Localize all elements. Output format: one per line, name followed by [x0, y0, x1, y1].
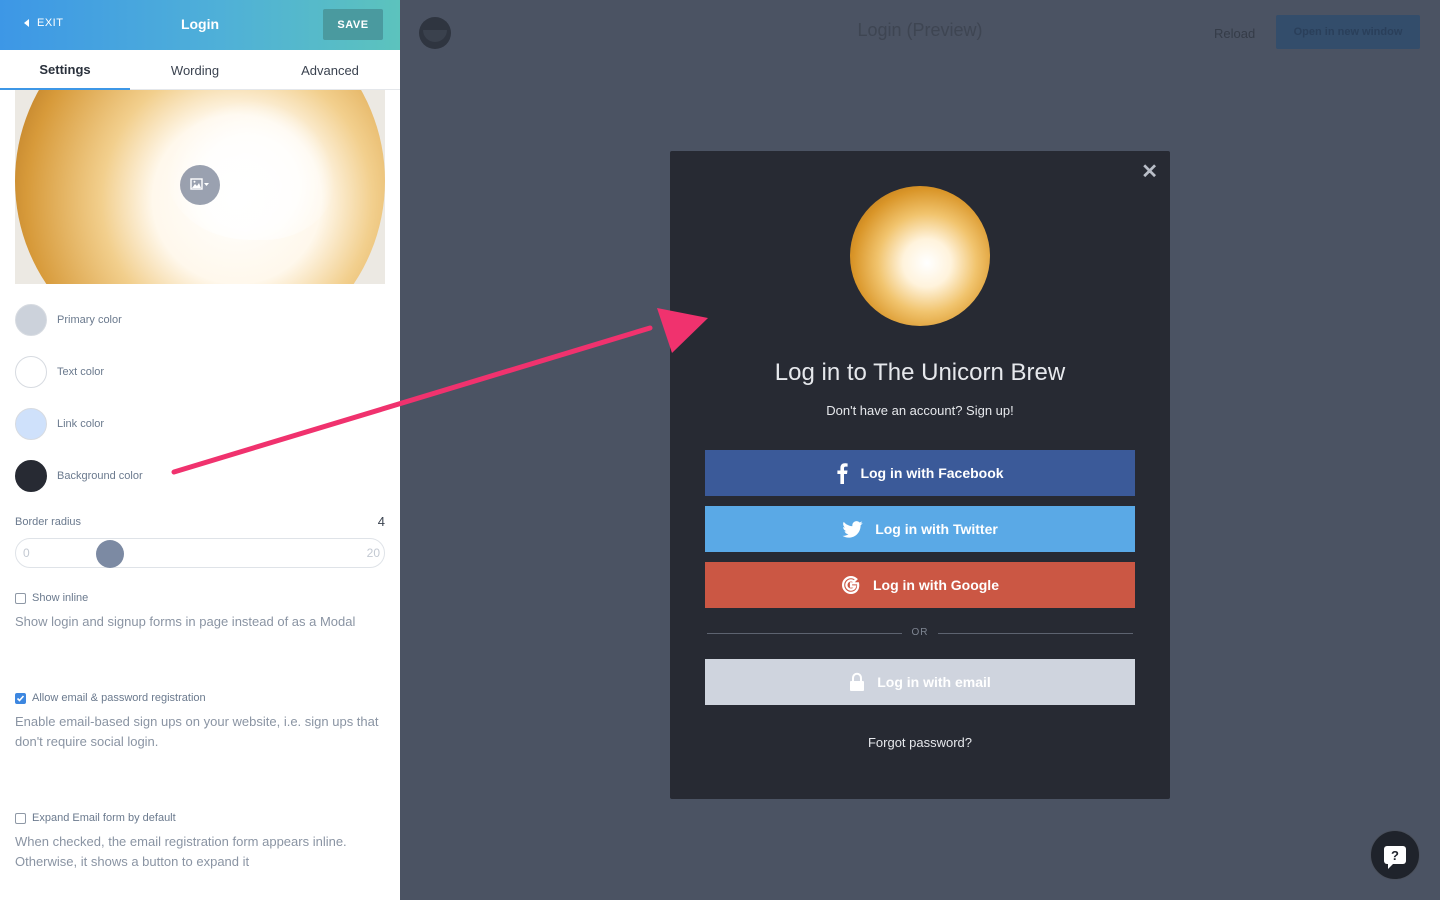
- color-label: Link color: [57, 418, 105, 430]
- facebook-icon: [836, 462, 849, 484]
- google-login-button[interactable]: Log in with Google: [705, 562, 1135, 608]
- panel-header: EXIT Login SAVE: [0, 0, 400, 50]
- twitter-icon: [842, 520, 863, 538]
- email-login-label: Log in with email: [877, 674, 991, 690]
- tab-settings[interactable]: Settings: [0, 50, 130, 90]
- show-inline-checkbox[interactable]: Show inline: [15, 592, 88, 604]
- modal-title: Log in to The Unicorn Brew: [774, 359, 1066, 386]
- border-radius-slider[interactable]: 0 20: [15, 538, 385, 568]
- color-swatch: [15, 304, 47, 336]
- color-swatch: [15, 460, 47, 492]
- brand-avatar: [850, 186, 990, 326]
- checkbox-label: Allow email & password registration: [32, 692, 206, 704]
- border-radius-label: Border radius: [15, 516, 82, 528]
- twitter-login-label: Log in with Twitter: [875, 521, 998, 537]
- show-inline-help: Show login and signup forms in page inst…: [15, 614, 356, 629]
- expand-email-form-checkbox[interactable]: Expand Email form by default: [15, 812, 176, 824]
- checkbox[interactable]: [15, 692, 26, 704]
- tab-wording[interactable]: Wording: [130, 50, 260, 90]
- tab-advanced[interactable]: Advanced: [260, 50, 400, 90]
- slider-max: 20: [366, 546, 380, 560]
- help-chat-button[interactable]: ?: [1370, 830, 1420, 880]
- close-icon[interactable]: ✕: [1141, 159, 1158, 184]
- open-in-new-window-button[interactable]: Open in new window: [1276, 15, 1420, 49]
- color-label: Background color: [57, 470, 143, 482]
- color-swatch: [15, 356, 47, 388]
- checkbox-label: Expand Email form by default: [32, 812, 176, 824]
- settings-panel: EXIT Login SAVE Settings Wording Advance…: [0, 0, 400, 900]
- help-icon: ?: [1384, 846, 1406, 869]
- signup-prompt[interactable]: Don't have an account? Sign up!: [670, 403, 1170, 418]
- checkbox[interactable]: [15, 812, 26, 824]
- google-icon: [841, 575, 861, 595]
- checkmark-icon: [16, 694, 25, 702]
- image-icon: [190, 178, 209, 190]
- color-label: Primary color: [57, 314, 122, 326]
- twitter-login-button[interactable]: Log in with Twitter: [705, 506, 1135, 552]
- text-color-picker[interactable]: Text color: [15, 356, 104, 388]
- color-swatch: [15, 408, 47, 440]
- forgot-password-link[interactable]: Forgot password?: [670, 735, 1170, 750]
- reload-link[interactable]: Reload: [1214, 26, 1255, 41]
- divider-right: [938, 633, 1133, 634]
- background-color-picker[interactable]: Background color: [15, 460, 143, 492]
- primary-color-picker[interactable]: Primary color: [15, 304, 122, 336]
- lock-icon: [849, 672, 865, 692]
- slider-min: 0: [23, 546, 30, 560]
- save-button[interactable]: SAVE: [323, 9, 383, 40]
- slider-handle[interactable]: [96, 540, 124, 568]
- facebook-login-label: Log in with Facebook: [860, 465, 1004, 481]
- checkbox[interactable]: [15, 592, 26, 604]
- allow-email-registration-help: Enable email-based sign ups on your webs…: [15, 714, 379, 749]
- color-label: Text color: [57, 366, 105, 378]
- login-modal: ✕ Log in to The Unicorn Brew Don't have …: [670, 151, 1170, 799]
- link-color-picker[interactable]: Link color: [15, 408, 104, 440]
- google-login-label: Log in with Google: [873, 577, 999, 593]
- allow-email-registration-checkbox[interactable]: Allow email & password registration: [15, 692, 206, 704]
- facebook-login-button[interactable]: Log in with Facebook: [705, 450, 1135, 496]
- checkbox-label: Show inline: [32, 592, 89, 604]
- expand-email-form-help: When checked, the email registration for…: [15, 834, 347, 869]
- image-picker-button[interactable]: [180, 165, 220, 205]
- email-login-button[interactable]: Log in with email: [705, 659, 1135, 705]
- settings-tabs: Settings Wording Advanced: [0, 50, 400, 90]
- border-radius-value: 4: [377, 514, 385, 529]
